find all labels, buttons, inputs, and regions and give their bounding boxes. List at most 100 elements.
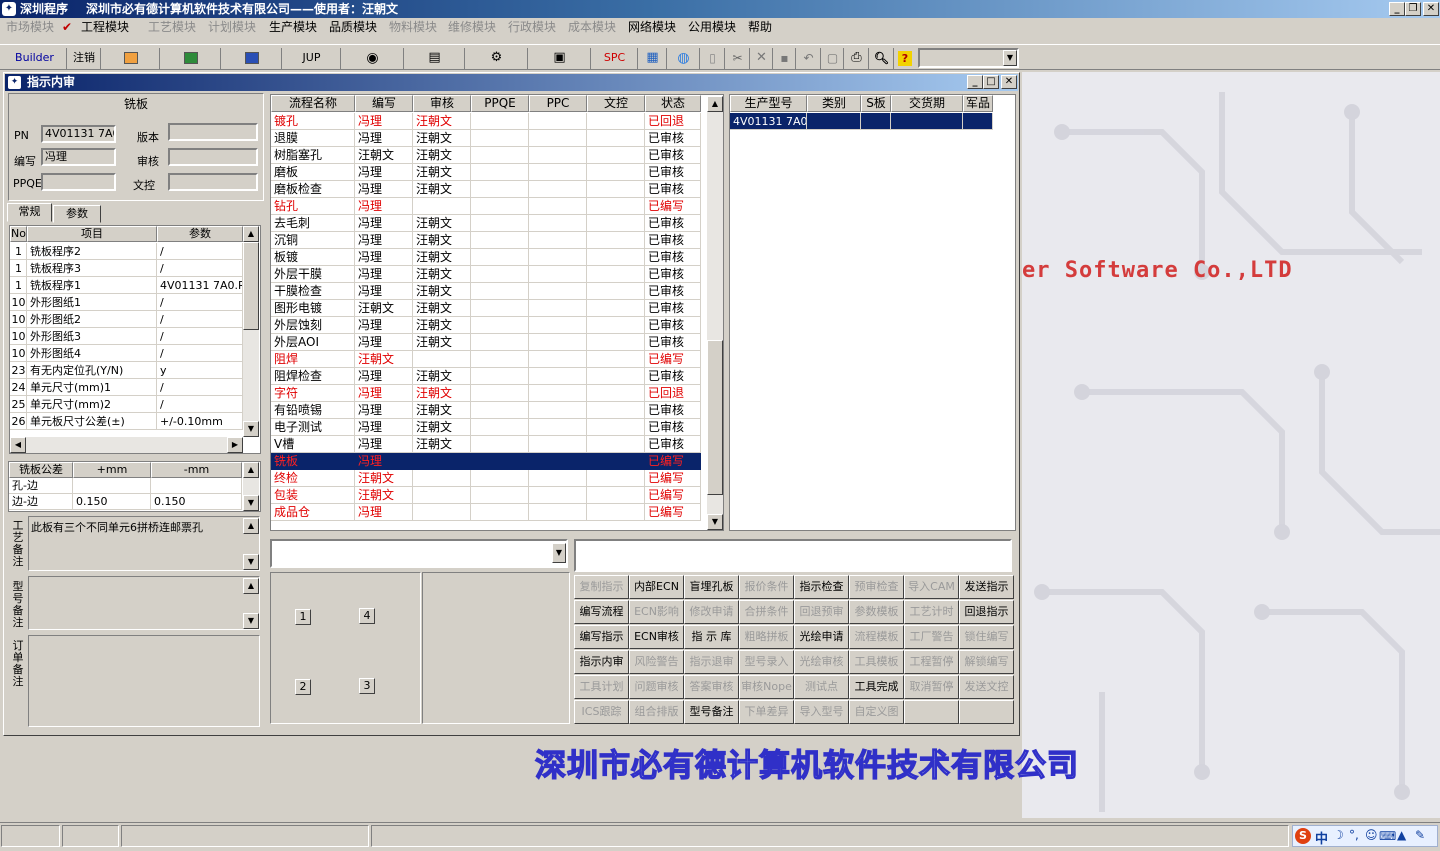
- chevron-down-icon[interactable]: ▼: [1003, 50, 1017, 66]
- table-row[interactable]: 干膜检查 冯理 汪朝文 已审核: [271, 283, 701, 300]
- ime-lang-icon[interactable]: 中: [1315, 828, 1328, 847]
- scroll-thumb[interactable]: [707, 340, 723, 495]
- action-button[interactable]: 内部ECN: [629, 575, 684, 599]
- action-button[interactable]: 下单差异: [739, 700, 794, 724]
- action-button[interactable]: [904, 700, 959, 724]
- excel-icon[interactable]: [161, 48, 221, 69]
- scroll-up-icon[interactable]: ▲: [243, 578, 259, 594]
- new-doc-icon[interactable]: ▯: [701, 48, 725, 69]
- action-button[interactable]: 工具模板: [849, 650, 904, 674]
- table-row[interactable]: 1铣板程序14V01131 7A0.ROU: [10, 277, 243, 294]
- action-button[interactable]: 问题审核: [629, 675, 684, 699]
- menu-maintenance[interactable]: 维修模块: [448, 19, 496, 35]
- table-row[interactable]: 阻焊检查 冯理 汪朝文 已审核: [271, 368, 701, 385]
- emoji-icon[interactable]: ☺: [1365, 828, 1378, 842]
- action-button[interactable]: 审核Nope: [739, 675, 794, 699]
- table-row[interactable]: 退膜 冯理 汪朝文 已审核: [271, 130, 701, 147]
- scroll-left-icon[interactable]: ◀: [10, 437, 26, 453]
- tab-parameters[interactable]: 参数: [53, 205, 101, 223]
- database-icon[interactable]: ▤: [405, 48, 465, 69]
- action-button[interactable]: 回退预审: [794, 600, 849, 624]
- flow-col-header[interactable]: PPC: [529, 95, 587, 112]
- calculator-icon[interactable]: ▦: [639, 48, 667, 69]
- scroll-thumb[interactable]: [243, 242, 259, 330]
- table-row[interactable]: 树脂塞孔 汪朝文 汪朝文 已审核: [271, 147, 701, 164]
- punct-icon[interactable]: °,: [1349, 828, 1359, 842]
- table-row[interactable]: 24 单元尺寸(mm)1/: [10, 379, 243, 396]
- table-row[interactable]: 25 单元尺寸(mm)2/: [10, 396, 243, 413]
- table-row[interactable]: 钻孔 冯理 已编写: [271, 198, 701, 215]
- action-button[interactable]: 答案审核: [684, 675, 739, 699]
- menu-production[interactable]: 生产模块: [269, 19, 317, 35]
- table-row[interactable]: 有铅喷锡 冯理 汪朝文 已审核: [271, 402, 701, 419]
- flow-filter-combo[interactable]: ▼: [270, 539, 568, 568]
- scroll-up-icon[interactable]: ▲: [243, 226, 259, 242]
- table-row[interactable]: 1 铣板程序3/: [10, 260, 243, 277]
- action-button[interactable]: 光绘审核: [794, 650, 849, 674]
- flow-col-header[interactable]: 编写: [355, 95, 413, 112]
- version-field[interactable]: [168, 123, 258, 141]
- cut-icon[interactable]: ✂: [726, 48, 750, 69]
- model-col-header[interactable]: 类别: [807, 95, 861, 112]
- tab-general[interactable]: 常规: [7, 203, 52, 222]
- action-button[interactable]: 发送指示: [959, 575, 1014, 599]
- model-col-header[interactable]: 交货期: [891, 95, 963, 112]
- num-button-3[interactable]: 3: [359, 678, 375, 694]
- action-button[interactable]: 型号备注: [684, 700, 739, 724]
- action-button[interactable]: 测试点: [794, 675, 849, 699]
- reviewer-field[interactable]: [168, 148, 258, 166]
- pn-field[interactable]: 4V01131 7A0: [41, 125, 116, 143]
- action-button[interactable]: ECN影响: [629, 600, 684, 624]
- ppqe-field[interactable]: [41, 173, 116, 191]
- settings-icon[interactable]: ✎: [1415, 828, 1425, 842]
- toolbar-combo[interactable]: ▼: [918, 48, 1019, 68]
- action-button[interactable]: 流程模板: [849, 625, 904, 649]
- table-row[interactable]: 电子测试 冯理 汪朝文 已审核: [271, 419, 701, 436]
- table-row[interactable]: 成品仓 冯理 已编写: [271, 504, 701, 521]
- order-notes-field[interactable]: [28, 635, 260, 727]
- table-row[interactable]: 字符 冯理 汪朝文 已回退: [271, 385, 701, 402]
- scroll-down-icon[interactable]: ▼: [243, 613, 259, 629]
- action-button[interactable]: 取消暂停: [904, 675, 959, 699]
- table-row[interactable]: 4V01131 7A0: [730, 113, 993, 130]
- action-button[interactable]: 粗略拼板: [739, 625, 794, 649]
- app-icon[interactable]: ✦: [2, 2, 16, 16]
- moon-icon[interactable]: ☽: [1333, 828, 1344, 842]
- action-button[interactable]: 编写流程: [574, 600, 629, 624]
- scroll-down-icon[interactable]: ▼: [243, 495, 259, 511]
- scroll-up-icon[interactable]: ▲: [243, 518, 259, 534]
- action-button[interactable]: 指示检查: [794, 575, 849, 599]
- menu-material[interactable]: 物料模块: [389, 19, 437, 35]
- action-button[interactable]: 型号录入: [739, 650, 794, 674]
- action-button[interactable]: 工程暂停: [904, 650, 959, 674]
- jup-button[interactable]: JUP: [283, 48, 341, 69]
- doc-control-field[interactable]: [168, 173, 258, 191]
- table-row[interactable]: 1 铣板程序2/: [10, 243, 243, 260]
- num-button-1[interactable]: 1: [295, 609, 311, 625]
- action-button[interactable]: ICS跟踪: [574, 700, 629, 724]
- menu-help[interactable]: 帮助: [748, 19, 772, 35]
- table-row[interactable]: 10 外形图纸1/: [10, 294, 243, 311]
- spc-button[interactable]: SPC: [592, 48, 638, 69]
- action-button[interactable]: 工具完成: [849, 675, 904, 699]
- menu-cost[interactable]: 成本模块: [568, 19, 616, 35]
- action-button[interactable]: 指示内审: [574, 650, 629, 674]
- scroll-down-icon[interactable]: ▼: [707, 514, 723, 530]
- action-button[interactable]: 工厂警告: [904, 625, 959, 649]
- author-field[interactable]: 冯理: [41, 148, 116, 166]
- action-button[interactable]: 工艺计时: [904, 600, 959, 624]
- menu-engineering[interactable]: 工程模块: [81, 19, 129, 35]
- action-button[interactable]: 编写指示: [574, 625, 629, 649]
- action-button[interactable]: 预审检查: [849, 575, 904, 599]
- action-button[interactable]: 解锁编写: [959, 650, 1014, 674]
- process-notes-field[interactable]: 此板有三个不同单元6拼桥连邮票孔: [28, 516, 260, 571]
- table-row[interactable]: 板镀 冯理 汪朝文 已审核: [271, 249, 701, 266]
- table-row[interactable]: 包装 汪朝文 已编写: [271, 487, 701, 504]
- action-button[interactable]: 锁住编写: [959, 625, 1014, 649]
- restore-icon[interactable]: ❐: [1405, 2, 1421, 16]
- ppt-icon[interactable]: [102, 48, 160, 69]
- menu-planning[interactable]: 计划模块: [208, 19, 256, 35]
- table-row[interactable]: 镀孔 冯理 汪朝文 已回退: [271, 113, 701, 130]
- action-button[interactable]: 回退指示: [959, 600, 1014, 624]
- table-row[interactable]: 图形电镀 汪朝文 汪朝文 已审核: [271, 300, 701, 317]
